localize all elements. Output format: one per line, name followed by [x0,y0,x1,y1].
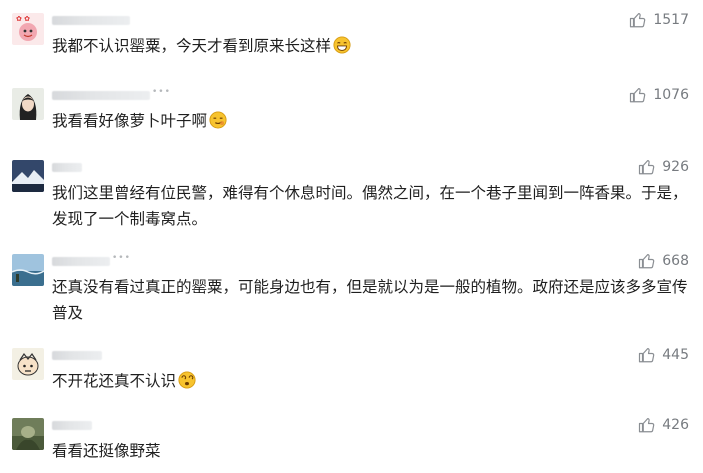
thumbs-up-icon [639,254,655,269]
username-blurred[interactable] [52,16,130,25]
grin-emoji [333,36,351,62]
thumbs-up-icon [630,13,646,28]
thumbs-up-icon [639,160,655,175]
avatar[interactable] [12,418,44,450]
comment-text: 还真没有看过真正的罂粟，可能身边也有，但是就以为是一般的植物。政府还是应该多多宣… [52,278,688,322]
like-count: 445 [662,347,689,363]
comment-text: 我都不认识罂粟，今天才看到原来长这样 [52,33,692,62]
avatar[interactable] [12,348,44,380]
comment-text: 我看看好像萝卜叶子啊 [52,108,692,137]
username-blurred[interactable] [52,91,150,100]
like-button[interactable]: 1517 [629,9,689,31]
like-count: 926 [662,159,689,175]
comment-text: 我们这里曾经有位民警，难得有个休息时间。偶然之间，在一个巷子里闻到一阵香果。于是… [52,184,688,228]
comment-text: 看看还挺像野菜 [52,442,161,460]
like-button[interactable]: 926 [638,156,689,178]
like-button[interactable]: 1076 [629,84,689,106]
username-blurred[interactable] [52,257,110,266]
username-ellipsis: ••• [152,87,171,97]
thumbs-up-icon [630,88,646,103]
svg-text:✿ ✿: ✿ ✿ [16,15,30,23]
avatar[interactable] [12,88,44,120]
like-button[interactable]: 668 [638,250,689,272]
username-blurred[interactable] [52,421,92,430]
username-blurred[interactable] [52,163,82,172]
thumbs-up-icon [639,418,655,433]
like-button[interactable]: 426 [638,414,689,436]
like-count: 1517 [653,12,689,28]
avatar[interactable]: ✿ ✿ [12,13,44,45]
like-count: 668 [662,253,689,269]
avatar[interactable] [12,254,44,286]
dizzy-emoji [178,371,196,397]
smirk-emoji [209,111,227,137]
thumbs-up-icon [639,348,655,363]
like-button[interactable]: 445 [638,344,689,366]
avatar[interactable] [12,160,44,192]
username-blurred[interactable] [52,351,102,360]
like-count: 426 [662,417,689,433]
username-ellipsis: ••• [112,253,131,263]
like-count: 1076 [653,87,689,103]
comment-text: 不开花还真不认识 [52,368,692,397]
